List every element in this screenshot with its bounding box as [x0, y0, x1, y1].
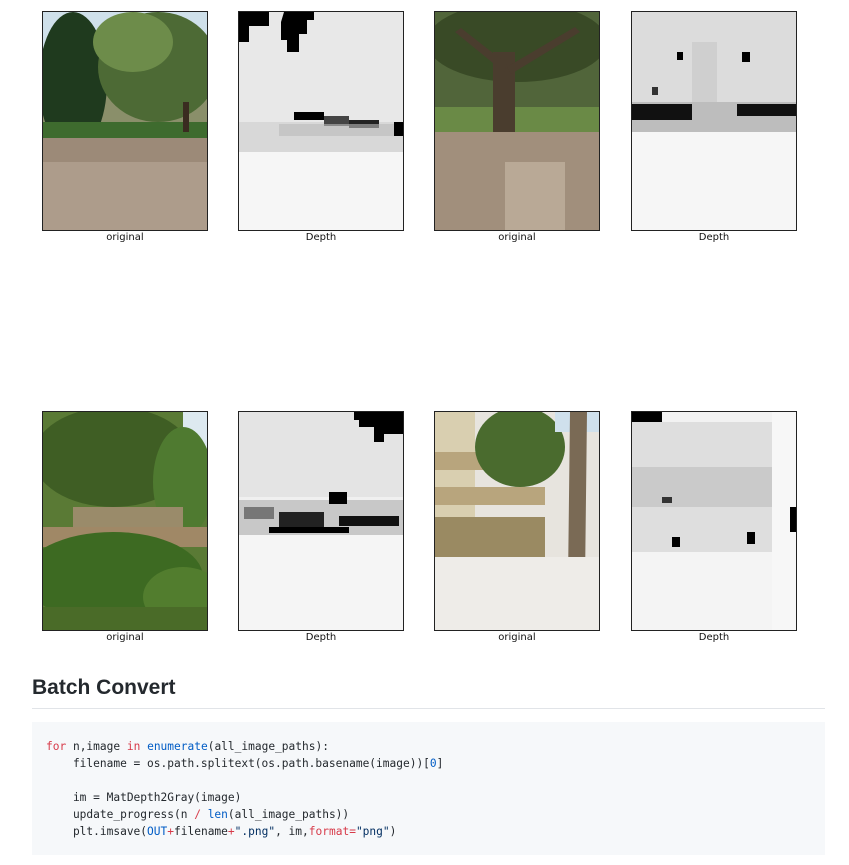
code-token: update_progress(n [46, 808, 195, 821]
code-text: for n,image in enumerate(all_image_paths… [46, 738, 811, 840]
code-operator: + [167, 825, 175, 838]
code-token: ] [436, 757, 444, 770]
figure-caption: Depth [305, 632, 337, 643]
figure-caption: original [498, 232, 536, 243]
code-token: n,image [66, 740, 127, 753]
figure-caption: original [106, 632, 144, 643]
figure-original-3: original [42, 411, 208, 643]
code-token: im = MatDepth2Gray(image) [46, 791, 242, 804]
code-token: , im, [275, 825, 309, 838]
code-string: "png" [355, 825, 390, 838]
code-keyword: format [308, 825, 350, 838]
figure-depth-2: Depth [631, 11, 797, 243]
code-block: for n,image in enumerate(all_image_paths… [32, 722, 825, 855]
code-token: plt.imsave( [46, 825, 148, 838]
figure-caption: original [106, 232, 144, 243]
figure-depth-3: Depth [238, 411, 404, 643]
depth-image [631, 411, 797, 631]
code-builtin: enumerate [147, 740, 208, 753]
divider [32, 708, 825, 709]
section-heading: Batch Convert [32, 676, 176, 699]
figure-original-2: original [434, 11, 600, 243]
figure-original-1: original [42, 11, 208, 243]
code-builtin: len [207, 808, 228, 821]
figure-original-4: original [434, 411, 600, 643]
photo-image [42, 411, 208, 631]
code-keyword: in [126, 740, 141, 753]
code-constant: OUT [147, 825, 168, 838]
photo-image [434, 11, 600, 231]
figure-caption: Depth [698, 232, 730, 243]
depth-image [238, 11, 404, 231]
photo-image [434, 411, 600, 631]
figure-caption: Depth [305, 232, 337, 243]
photo-image [42, 11, 208, 231]
code-number: 0 [429, 757, 437, 770]
code-token: filename [174, 825, 228, 838]
code-keyword: for [46, 740, 67, 753]
code-operator: = [349, 825, 356, 838]
figure-depth-4: Depth [631, 411, 797, 643]
figure-caption: Depth [698, 632, 730, 643]
code-operator: / [194, 808, 201, 821]
code-token: ) [389, 825, 397, 838]
code-string: ".png" [234, 825, 276, 838]
figure-caption: original [498, 632, 536, 643]
code-operator: + [227, 825, 235, 838]
code-token: filename = os.path.splitext(os.path.base… [46, 757, 430, 770]
depth-image [631, 11, 797, 231]
figure-depth-1: Depth [238, 11, 404, 243]
code-token: (all_image_paths)) [227, 808, 350, 821]
depth-image [238, 411, 404, 631]
code-token: (all_image_paths): [207, 740, 329, 753]
